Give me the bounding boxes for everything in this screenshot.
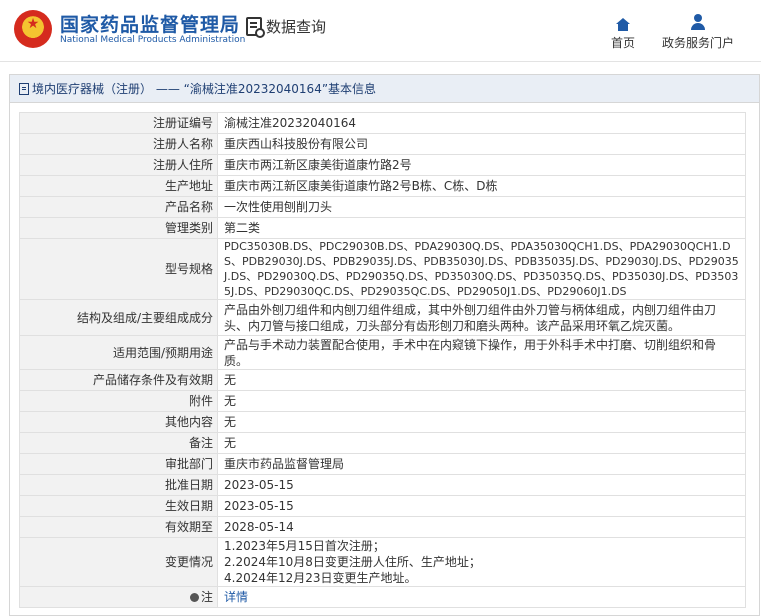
table-row: 其他内容无 [19, 411, 746, 433]
field-key: 型号规格 [19, 238, 218, 300]
field-value: 第二类 [217, 217, 746, 239]
field-key: 注册人名称 [19, 133, 218, 155]
field-value: 渝械注准20232040164 [217, 112, 746, 134]
field-key: 变更情况 [19, 537, 218, 587]
field-value: 2023-05-15 [217, 474, 746, 496]
field-value: 重庆市两江新区康美街道康竹路2号B栋、C栋、D栋 [217, 175, 746, 197]
field-key: 有效期至 [19, 516, 218, 538]
nav-gov-portal-label: 政务服务门户 [661, 36, 734, 50]
note-key-label: 注 [200, 590, 213, 604]
field-key: 结构及组成/主要组成成分 [19, 299, 218, 336]
table-row-note: 注 详情 [19, 586, 746, 608]
brand-subtitle: National Medical Products Administration [60, 35, 246, 45]
field-key: 生效日期 [19, 495, 218, 517]
field-value: 无 [217, 390, 746, 412]
table-row: 注册人名称 重庆西山科技股份有限公司 [19, 133, 746, 155]
details-link[interactable]: 详情 [224, 590, 248, 604]
home-icon [616, 18, 630, 31]
table-row: 注册证编号 渝械注准20232040164 [19, 112, 746, 134]
table-row: 备注无 [19, 432, 746, 454]
field-key: 管理类别 [19, 217, 218, 239]
info-icon [189, 593, 199, 602]
info-table: 注册证编号 渝械注准20232040164 注册人名称 重庆西山科技股份有限公司 注… [19, 112, 746, 608]
field-value: 2023-05-15 [217, 495, 746, 517]
table-row: 有效期至 2028-05-14 [19, 516, 746, 538]
table-row: 审批部门 重庆市药品监督管理局 [19, 453, 746, 475]
data-query-link[interactable]: 数据查询 [246, 16, 327, 38]
table-row: 注册人住所 重庆市两江新区康美街道康竹路2号 [19, 154, 746, 176]
change-line: 1.2023年5月15日首次注册； [224, 539, 385, 553]
field-value: 重庆西山科技股份有限公司 [217, 133, 746, 155]
field-value: 产品由外刨刀组件和内刨刀组件组成，其中外刨刀组件由外刀管与柄体组成，内刨刀组件由… [217, 299, 746, 336]
table-row-changes: 变更情况 1.2023年5月15日首次注册； 2.2024年10月8日变更注册人… [19, 537, 746, 587]
field-value: 产品与手术动力装置配合使用，手术中在内窥镜下操作，用于外科手术中打磨、切削组织和… [217, 335, 746, 370]
nav-home-label: 首页 [610, 36, 635, 50]
change-line: 4.2024年12月23日变更生产地址。 [224, 571, 417, 585]
table-row: 批准日期 2023-05-15 [19, 474, 746, 496]
table-row: 产品名称 一次性使用刨削刀头 [19, 196, 746, 218]
field-value: 一次性使用刨削刀头 [217, 196, 746, 218]
field-value: 无 [217, 432, 746, 454]
field-key: 审批部门 [19, 453, 218, 475]
field-value: 无 [217, 369, 746, 391]
table-row: 型号规格 PDC35030B.DS、PDC29030B.DS、PDA29030Q.… [19, 238, 746, 300]
top-header: 国家药品监督管理局 National Medical Products Admi… [0, 0, 761, 62]
table-row: 附件无 [19, 390, 746, 412]
table-row: 生效日期 2023-05-15 [19, 495, 746, 517]
nav-home-button[interactable]: 首页 [604, 12, 642, 51]
user-icon [691, 14, 705, 30]
field-key: 产品储存条件及有效期 [19, 369, 218, 391]
field-value: PDC35030B.DS、PDC29030B.DS、PDA29030Q.DS、P… [217, 238, 746, 300]
search-document-icon [246, 17, 265, 38]
field-key: 附件 [19, 390, 218, 412]
field-key: 适用范围/预期用途 [19, 335, 218, 370]
panel-header: 境内医疗器械（注册） —— “渝械注准20232040164”基本信息 [10, 75, 759, 103]
table-row: 生产地址 重庆市两江新区康美街道康竹路2号B栋、C栋、D栋 [19, 175, 746, 197]
field-key: 备注 [19, 432, 218, 454]
table-row: 结构及组成/主要组成成分 产品由外刨刀组件和内刨刀组件组成，其中外刨刀组件由外刀管… [19, 299, 746, 336]
table-row: 适用范围/预期用途 产品与手术动力装置配合使用，手术中在内窥镜下操作，用于外科手术… [19, 335, 746, 370]
field-value: 重庆市药品监督管理局 [217, 453, 746, 475]
field-key: 其他内容 [19, 411, 218, 433]
table-row: 产品储存条件及有效期无 [19, 369, 746, 391]
field-value: 重庆市两江新区康美街道康竹路2号 [217, 154, 746, 176]
document-icon [19, 82, 29, 95]
field-key: 生产地址 [19, 175, 218, 197]
national-emblem-icon [14, 10, 52, 48]
field-value: 2028-05-14 [217, 516, 746, 538]
field-key: 注册证编号 [19, 112, 218, 134]
data-query-label: 数据查询 [266, 18, 327, 36]
change-line: 2.2024年10月8日变更注册人住所、生产地址； [224, 555, 481, 569]
table-row: 管理类别 第二类 [19, 217, 746, 239]
nav-gov-portal-button[interactable]: 政务服务门户 [658, 12, 738, 51]
field-key: 注册人住所 [19, 154, 218, 176]
brand-title[interactable]: 国家药品监督管理局 [60, 10, 240, 37]
field-key: 批准日期 [19, 474, 218, 496]
field-value: 无 [217, 411, 746, 433]
note-key: 注 [19, 586, 218, 608]
field-key: 产品名称 [19, 196, 218, 218]
changes-value: 1.2023年5月15日首次注册； 2.2024年10月8日变更注册人住所、生产… [217, 537, 746, 587]
panel-title: 境内医疗器械（注册） —— “渝械注准20232040164”基本信息 [32, 82, 377, 96]
